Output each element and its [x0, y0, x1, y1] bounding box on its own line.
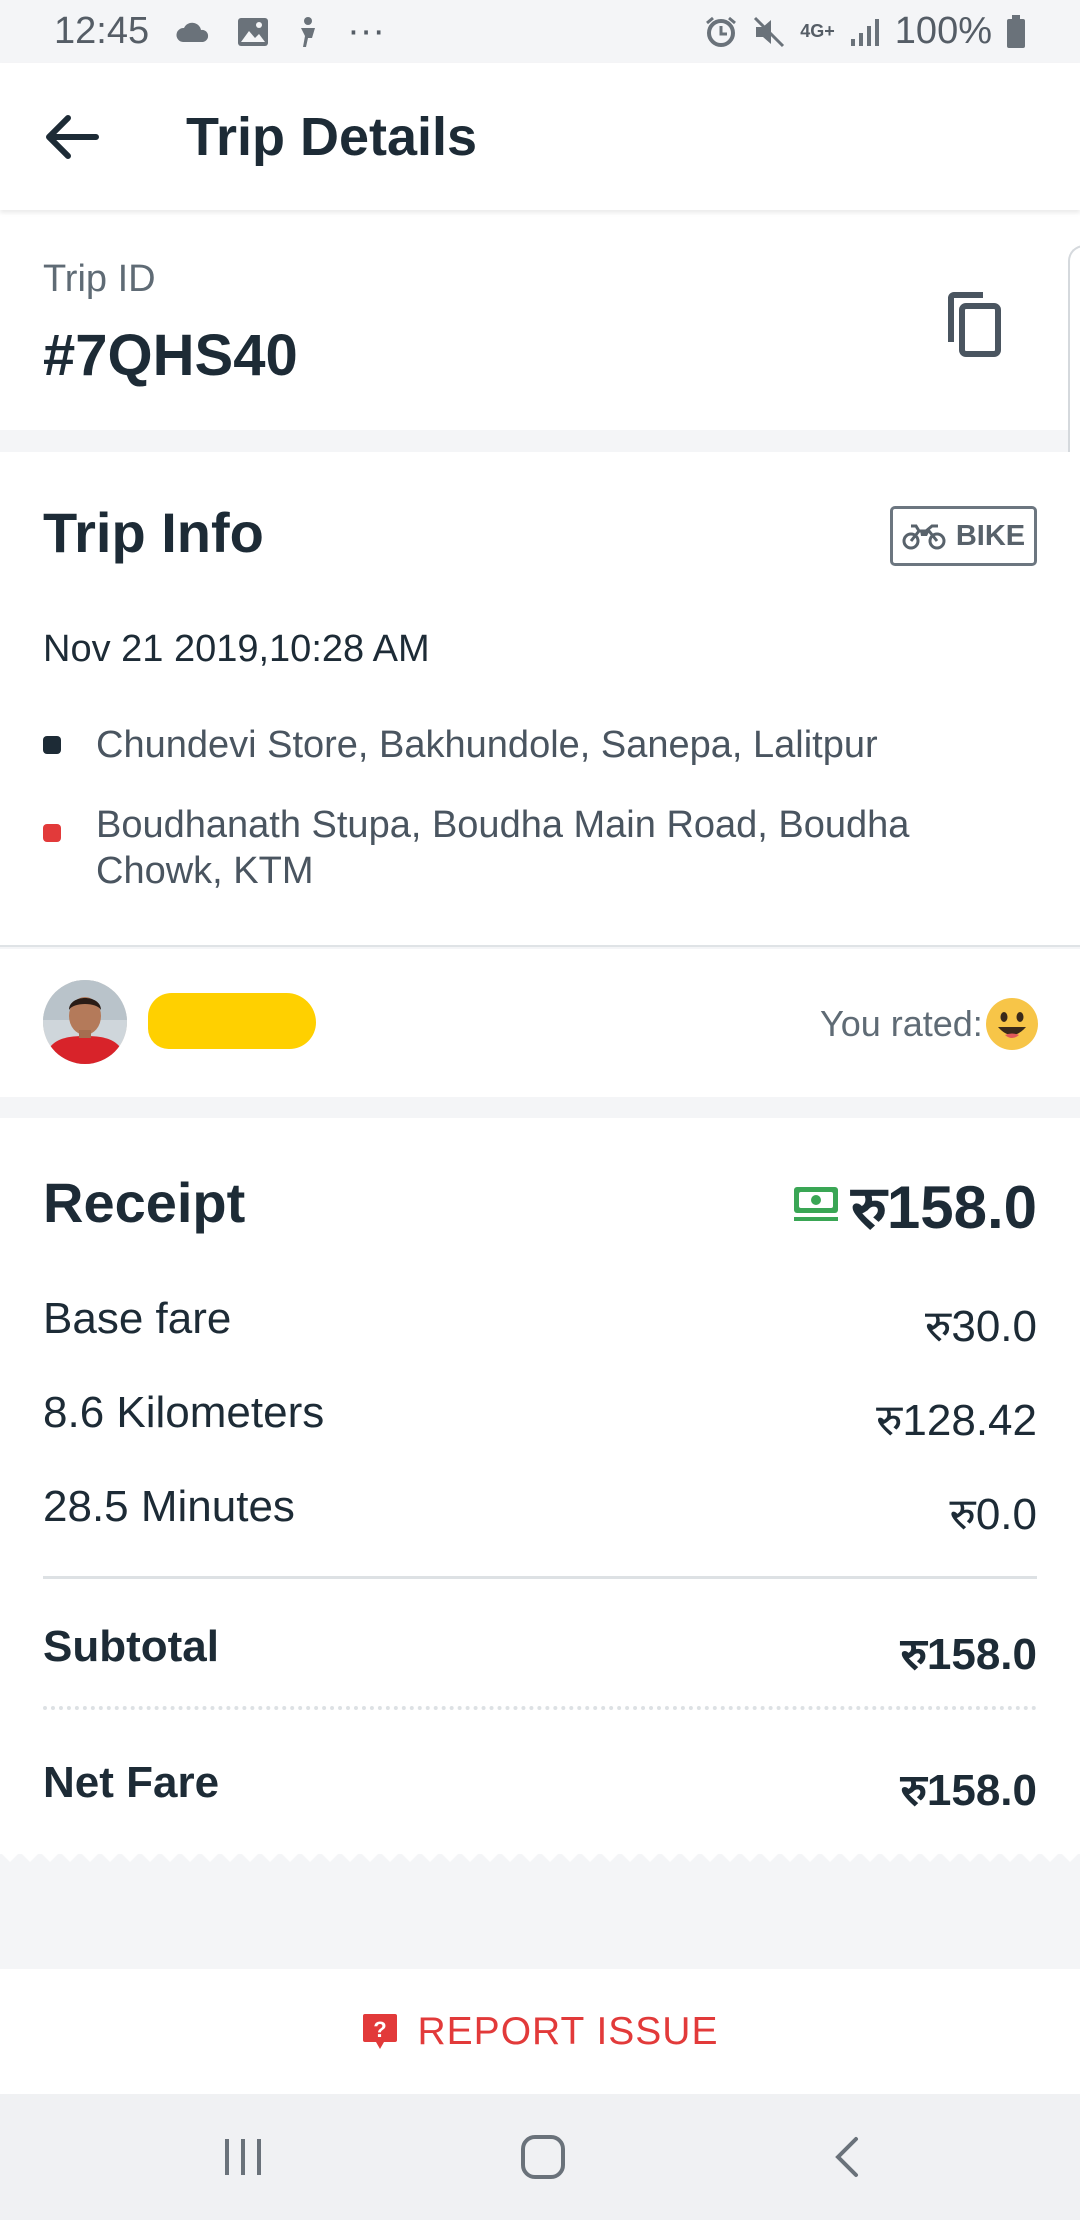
fare-line-label: Base fare	[43, 1294, 232, 1343]
subtotal-row: Subtotal रु158.0	[43, 1622, 1037, 1682]
home-button[interactable]	[508, 2122, 578, 2192]
receipt-total: रु158.0	[793, 1164, 1037, 1246]
motorbike-icon	[902, 524, 946, 550]
fare-line-base: Base fare रु30.0	[43, 1294, 1037, 1354]
trip-info-card: Trip Info BIKE Nov 21 2019,10:28 AM Chun…	[0, 452, 1080, 947]
more-notifications-icon: ···	[347, 10, 386, 52]
receipt-title: Receipt	[43, 1171, 246, 1234]
receipt-zigzag-edge	[0, 1850, 1080, 1862]
recent-apps-button[interactable]	[208, 2122, 278, 2192]
back-button[interactable]	[32, 97, 112, 177]
accessibility-icon	[295, 16, 321, 48]
subtotal-amount: रु158.0	[900, 1630, 1037, 1679]
battery-percent: 100%	[894, 10, 992, 52]
chevron-left-icon	[835, 2137, 858, 2177]
svg-text:?: ?	[373, 2017, 386, 2042]
fare-line-distance: 8.6 Kilometers रु128.42	[43, 1388, 1037, 1448]
alarm-icon	[704, 15, 738, 49]
mute-icon	[752, 15, 786, 49]
fare-line-time: 28.5 Minutes रु0.0	[43, 1482, 1037, 1542]
trip-id-value: #7QHS40	[43, 323, 298, 388]
network-type-label: 4G+	[800, 21, 835, 41]
net-fare-amount: रु158.0	[900, 1766, 1037, 1815]
dropoff-address: Boudhanath Stupa, Boudha Main Road, Boud…	[96, 804, 910, 892]
pickup-address: Chundevi Store, Bakhundole, Sanepa, Lali…	[96, 724, 878, 766]
home-icon	[521, 2135, 565, 2179]
subtotal-label: Subtotal	[43, 1622, 219, 1671]
vehicle-type-badge: BIKE	[890, 506, 1037, 566]
rider-card: You rated:	[0, 949, 1080, 1097]
status-time: 12:45	[54, 10, 150, 52]
trip-datetime: Nov 21 2019,10:28 AM	[43, 628, 430, 670]
report-issue-icon: ?	[362, 2013, 397, 2049]
signal-icon	[849, 17, 881, 47]
fare-line-label: 28.5 Minutes	[43, 1482, 295, 1531]
system-nav-bar	[0, 2094, 1080, 2220]
receipt-dotted-divider	[43, 1706, 1037, 1710]
receipt-card: Receipt रु158.0 Base fare रु30.0 8.6 Kil…	[0, 1118, 1080, 1854]
cloud-icon	[175, 20, 211, 44]
battery-icon	[1006, 14, 1026, 49]
cash-icon	[793, 1187, 838, 1221]
pickup-location: Chundevi Store, Bakhundole, Sanepa, Lali…	[43, 722, 996, 768]
copy-icon	[948, 292, 1001, 357]
fare-line-amount: रु0.0	[949, 1490, 1037, 1539]
nav-back-button[interactable]	[812, 2122, 882, 2192]
vehicle-type-label: BIKE	[955, 519, 1026, 552]
trip-info-title: Trip Info	[43, 501, 264, 564]
avatar[interactable]	[43, 980, 127, 1064]
dropoff-location: Boudhanath Stupa, Boudha Main Road, Boud…	[43, 802, 996, 894]
app-bar: Trip Details	[0, 63, 1080, 210]
status-bar: 12:45 ··· 4G+ 100%	[0, 0, 1080, 63]
happy-emoji-icon	[985, 997, 1039, 1051]
rating-label: You rated:	[820, 1003, 983, 1044]
fare-line-label: 8.6 Kilometers	[43, 1388, 325, 1437]
trip-id-card: Trip ID #7QHS40	[0, 210, 1080, 430]
fare-line-amount: रु128.42	[876, 1396, 1037, 1445]
trip-id-label: Trip ID	[43, 258, 156, 300]
avatar-photo	[43, 980, 127, 1064]
page-title: Trip Details	[186, 106, 478, 167]
receipt-divider	[43, 1576, 1037, 1579]
recent-apps-icon	[225, 2139, 261, 2175]
copy-button[interactable]	[945, 292, 1005, 358]
rider-name-redacted	[148, 993, 316, 1049]
fare-line-amount: रु30.0	[925, 1302, 1037, 1351]
gallery-icon	[237, 17, 269, 47]
net-fare-row: Net Fare रु158.0	[43, 1758, 1037, 1818]
arrow-left-icon	[46, 114, 99, 159]
report-issue-label: REPORT ISSUE	[417, 2009, 719, 2053]
net-fare-label: Net Fare	[43, 1758, 220, 1807]
receipt-total-amount: रु158.0	[850, 1174, 1037, 1241]
report-issue-button[interactable]: ? REPORT ISSUE	[0, 1969, 1080, 2094]
dropoff-dot-icon	[43, 824, 61, 842]
pickup-dot-icon	[43, 736, 61, 754]
